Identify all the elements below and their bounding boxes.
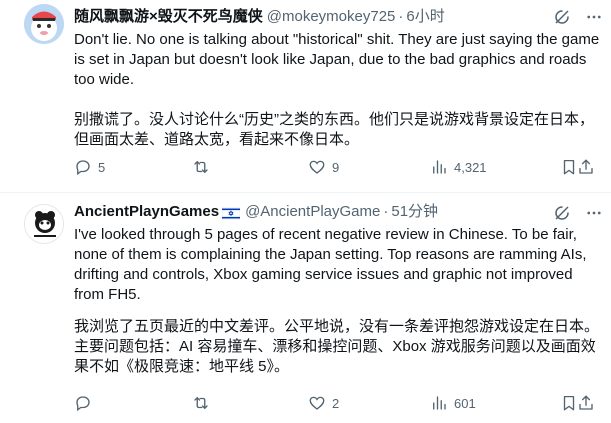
tweet-paragraph: 别撒谎了。没人讨论什么“历史”之类的东西。他们只是说游戏背景设定在日本，但画面太… — [74, 111, 594, 148]
share-icon — [579, 395, 593, 410]
views-count: 4,321 — [454, 159, 487, 175]
bookmark-icon — [563, 159, 575, 175]
like-count: 9 — [332, 159, 340, 175]
tweet[interactable]: AncientPlaynGames @AncientPlayGame · 51分… — [0, 193, 611, 423]
tweet-header: AncientPlaynGames @AncientPlayGame · 51分… — [74, 202, 571, 222]
retweet-icon — [194, 397, 208, 409]
display-name[interactable]: 随风飘飘游×毁灭不死鸟魔侠 — [74, 7, 263, 27]
tweet-paragraph: 我浏览了五页最近的中文差评。公平地说，没有一条差评抱怨游戏设定在日本。主要问题包… — [74, 318, 600, 375]
user-handle[interactable]: @AncientPlayGame — [245, 202, 380, 222]
views-icon — [433, 160, 446, 174]
israel-flag-icon — [221, 206, 241, 220]
views-count: 601 — [454, 395, 476, 411]
bookmark-button[interactable] — [560, 157, 578, 177]
user-handle[interactable]: @mokeymokey725 — [267, 7, 396, 27]
reply-button[interactable]: 5 — [74, 157, 105, 177]
share-button[interactable] — [577, 393, 595, 413]
separator-dot: · — [398, 8, 404, 25]
avatar[interactable] — [24, 4, 64, 44]
retweet-button[interactable] — [192, 393, 216, 413]
reply-icon — [76, 160, 90, 176]
tweet-paragraph: I've looked through 5 pages of recent ne… — [74, 226, 587, 303]
more-icon[interactable] — [585, 8, 603, 26]
tweet-actions: 2 601 — [74, 393, 594, 413]
reply-icon — [76, 396, 90, 412]
share-button[interactable] — [577, 157, 595, 177]
bookmark-button[interactable] — [560, 393, 578, 413]
tweet-top-actions — [553, 203, 603, 223]
like-icon — [309, 160, 325, 174]
views-button[interactable]: 601 — [430, 393, 476, 413]
like-button[interactable]: 2 — [308, 393, 339, 413]
retweet-button[interactable] — [192, 157, 216, 177]
timestamp[interactable]: 6小时 — [406, 7, 444, 27]
like-button[interactable]: 9 — [308, 157, 339, 177]
tweet-actions: 5 9 4,321 — [74, 157, 594, 177]
tweet-text: I've looked through 5 pages of recent ne… — [74, 225, 601, 377]
avatar-image — [25, 205, 63, 243]
reply-count: 5 — [98, 159, 106, 175]
display-name[interactable]: AncientPlaynGames — [74, 202, 219, 222]
avatar-image — [24, 4, 64, 44]
tweet-text: Don't lie. No one is talking about "hist… — [74, 30, 601, 150]
timestamp[interactable]: 51分钟 — [391, 202, 438, 222]
tweet-header: 随风飘飘游×毁灭不死鸟魔侠 @mokeymokey725 · 6小时 — [74, 7, 571, 27]
more-icon[interactable] — [585, 204, 603, 222]
tweet-paragraph: Don't lie. No one is talking about "hist… — [74, 31, 600, 88]
separator-dot: · — [383, 203, 389, 220]
tweet-top-actions — [553, 7, 603, 27]
grok-icon[interactable] — [553, 8, 571, 26]
tweet[interactable]: 随风飘飘游×毁灭不死鸟魔侠 @mokeymokey725 · 6小时 Don't… — [0, 0, 611, 192]
avatar[interactable] — [24, 204, 64, 244]
like-count: 2 — [332, 395, 340, 411]
share-icon — [579, 159, 593, 174]
bookmark-icon — [563, 395, 575, 411]
reply-button[interactable] — [74, 393, 98, 413]
grok-icon[interactable] — [553, 204, 571, 222]
like-icon — [309, 396, 325, 410]
views-button[interactable]: 4,321 — [430, 157, 487, 177]
views-icon — [433, 396, 446, 410]
retweet-icon — [194, 161, 208, 173]
